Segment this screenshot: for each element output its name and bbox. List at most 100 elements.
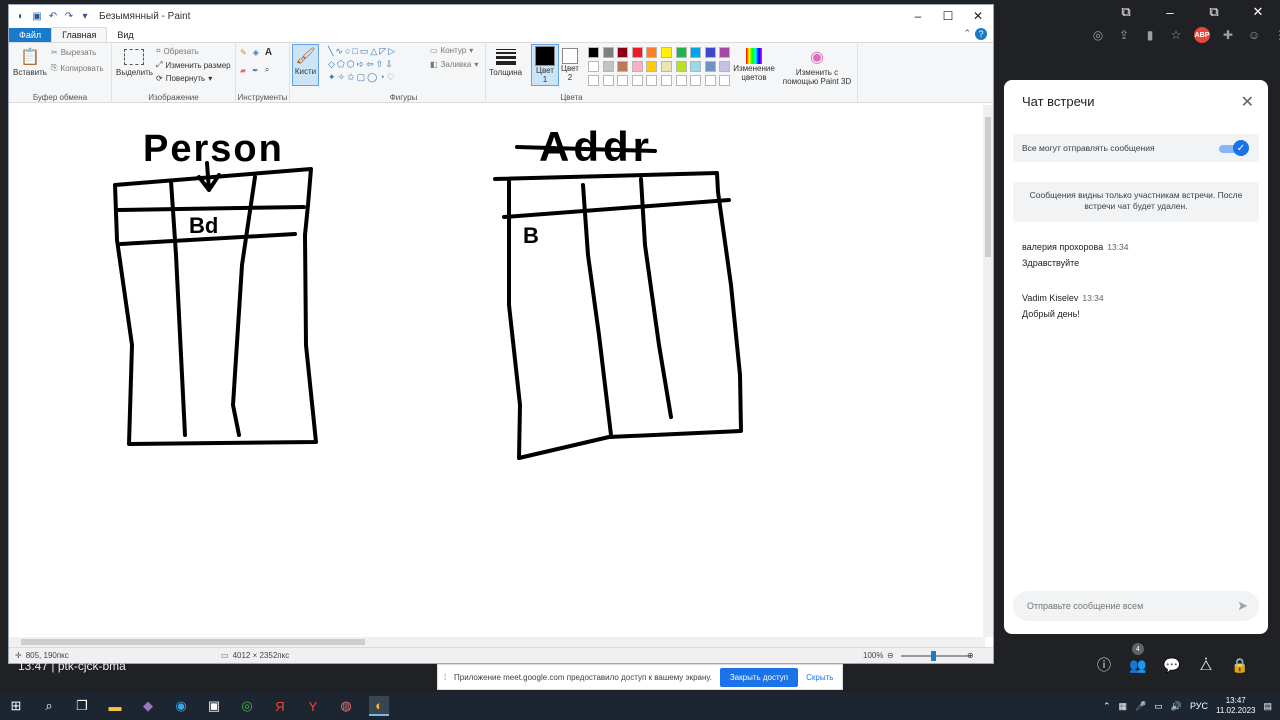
text-icon[interactable]: A — [265, 47, 272, 58]
lens-icon[interactable]: ◎ — [1090, 27, 1106, 43]
cut-button[interactable]: ✂ Вырезать — [51, 48, 96, 57]
tab-home[interactable]: Главная — [51, 27, 108, 42]
abp-icon[interactable]: ABP — [1194, 27, 1210, 43]
send-icon[interactable]: ➤ — [1237, 598, 1248, 614]
zoom-slider[interactable] — [901, 655, 971, 657]
vertical-scroll-thumb[interactable] — [985, 117, 991, 257]
custom-color-slot[interactable] — [675, 75, 687, 86]
extension-icon[interactable]: ✚ — [1220, 27, 1236, 43]
palette-color-swatch[interactable] — [719, 61, 731, 72]
crop-button[interactable]: ⌗ Обрезать — [156, 46, 199, 56]
task-view-icon[interactable]: ❐ — [72, 696, 92, 716]
shapes-gallery-row1[interactable]: ╲∿○□▭△◸▷ — [328, 46, 397, 57]
copy-button[interactable]: ⎘ Копировать — [51, 63, 103, 73]
share-icon[interactable]: ⇪ — [1116, 27, 1132, 43]
close-chat-icon[interactable]: ✕ — [1241, 92, 1254, 112]
vertical-scrollbar[interactable] — [983, 105, 993, 637]
minimize-icon[interactable]: – — [1148, 0, 1192, 24]
minimize-button[interactable]: – — [903, 5, 933, 27]
custom-color-slot[interactable] — [704, 75, 716, 86]
color2-button[interactable]: Цвет 2 — [559, 46, 581, 82]
paste-button[interactable]: 📋 Вставить — [13, 46, 47, 77]
horizontal-scroll-thumb[interactable] — [21, 639, 365, 645]
taskbar-clock[interactable]: 13:47 11.02.2023 — [1216, 696, 1255, 716]
stop-sharing-button[interactable]: Закрыть доступ — [719, 667, 799, 687]
tab-icon[interactable]: ⧉ — [1104, 0, 1148, 24]
customize-icon[interactable]: ▾ — [79, 10, 91, 22]
visual-studio-icon[interactable]: ◆ — [138, 696, 158, 716]
chat-icon[interactable]: 💬 — [1162, 655, 1182, 675]
custom-color-slot[interactable] — [661, 75, 672, 86]
custom-color-slot[interactable] — [690, 75, 702, 86]
palette-color-swatch[interactable] — [690, 47, 702, 58]
fill-bucket-icon[interactable]: ◈ — [253, 48, 259, 57]
search-icon[interactable]: ⌕ — [39, 696, 59, 716]
magnifier-icon[interactable]: ⌕ — [265, 65, 269, 75]
activities-icon[interactable]: ⧊ — [1196, 655, 1216, 675]
palette-color-swatch[interactable] — [602, 47, 614, 58]
eraser-icon[interactable]: ▰ — [240, 66, 246, 75]
chrome-icon[interactable]: ◎ — [237, 696, 257, 716]
file-explorer-icon[interactable]: ▬ — [105, 696, 125, 716]
palette-color-swatch[interactable] — [719, 47, 731, 58]
palette-color-swatch[interactable] — [588, 47, 599, 58]
volume-icon[interactable]: 🔊 — [1171, 701, 1182, 712]
paint-taskbar-icon[interactable]: ◐ — [369, 696, 389, 716]
info-icon[interactable]: ⓘ — [1094, 655, 1114, 675]
tab-view[interactable]: Вид — [107, 28, 143, 42]
shapes-gallery-row2[interactable]: ◇⬠⬡➪⇦⇧⇩ — [328, 59, 395, 70]
color1-button[interactable]: Цвет 1 — [531, 44, 559, 86]
yandex-browser-icon[interactable]: Y — [303, 696, 323, 716]
chat-message-input[interactable] — [1013, 591, 1259, 621]
edit-colors-button[interactable]: Изменение цветов — [732, 46, 776, 82]
custom-color-slot[interactable] — [646, 75, 658, 86]
palette-color-swatch[interactable] — [675, 61, 687, 72]
select-button[interactable]: Выделить — [116, 46, 153, 77]
palette-color-swatch[interactable] — [631, 47, 643, 58]
language-indicator[interactable]: РУС — [1190, 701, 1208, 711]
help-icon[interactable]: ? — [975, 28, 987, 40]
bookmark-icon[interactable]: ☆ — [1168, 27, 1184, 43]
collapse-ribbon-icon[interactable]: ⌃ — [963, 28, 971, 39]
tab-file[interactable]: Файл — [9, 28, 52, 42]
maximize-button[interactable]: ☐ — [933, 5, 963, 27]
pencil-icon[interactable]: ✎ — [240, 48, 247, 57]
yandex-icon[interactable]: Я — [270, 696, 290, 716]
windows-start-icon[interactable]: ⊞ — [6, 696, 26, 716]
profile-icon[interactable]: ☺ — [1246, 27, 1262, 43]
drawing-canvas[interactable]: Person Addr Bd B — [9, 105, 985, 637]
app-icon[interactable]: ◍ — [336, 696, 356, 716]
drag-handle-icon[interactable]: ⁞ — [444, 673, 446, 682]
mic-icon[interactable]: ▮ — [1142, 27, 1158, 43]
tray-app-icon[interactable]: ▦ — [1119, 701, 1128, 712]
palette-color-swatch[interactable] — [661, 47, 672, 58]
zoom-out-icon[interactable]: ⊖ — [887, 651, 894, 660]
zoom-in-icon[interactable]: ⊕ — [967, 651, 974, 660]
custom-color-slot[interactable] — [631, 75, 643, 86]
undo-icon[interactable]: ↶ — [47, 10, 59, 22]
palette-color-swatch[interactable] — [617, 61, 629, 72]
restore-icon[interactable]: ⧉ — [1192, 0, 1236, 24]
tray-expand-icon[interactable]: ⌃ — [1103, 701, 1111, 712]
palette-color-swatch[interactable] — [646, 61, 658, 72]
paint-app-icon[interactable]: ◐ — [15, 10, 27, 22]
shapes-gallery-row3[interactable]: ✦✧✩▢◯◔♡ — [328, 72, 397, 83]
save-icon[interactable]: ▣ — [31, 10, 43, 22]
tray-mic-icon[interactable]: 🎤 — [1135, 701, 1146, 712]
palette-color-swatch[interactable] — [602, 61, 614, 72]
palette-color-swatch[interactable] — [588, 61, 599, 72]
color-picker-icon[interactable]: ✒ — [252, 66, 259, 75]
thickness-button[interactable]: Толщина — [489, 46, 522, 77]
palette-color-swatch[interactable] — [704, 47, 716, 58]
store-icon[interactable]: ▣ — [204, 696, 224, 716]
outline-button[interactable]: ▭ Контур ▾ — [430, 46, 473, 55]
paint3d-button[interactable]: ◉ Изменить с помощью Paint 3D — [782, 46, 852, 86]
participants-icon[interactable]: 👥 4 — [1128, 643, 1148, 675]
palette-color-swatch[interactable] — [661, 61, 672, 72]
close-icon[interactable]: ✕ — [1236, 0, 1280, 24]
custom-color-slot[interactable] — [617, 75, 629, 86]
redo-icon[interactable]: ↷ — [63, 10, 75, 22]
palette-color-swatch[interactable] — [675, 47, 687, 58]
zoom-slider-thumb[interactable] — [931, 651, 936, 661]
close-button[interactable]: ✕ — [963, 5, 993, 27]
